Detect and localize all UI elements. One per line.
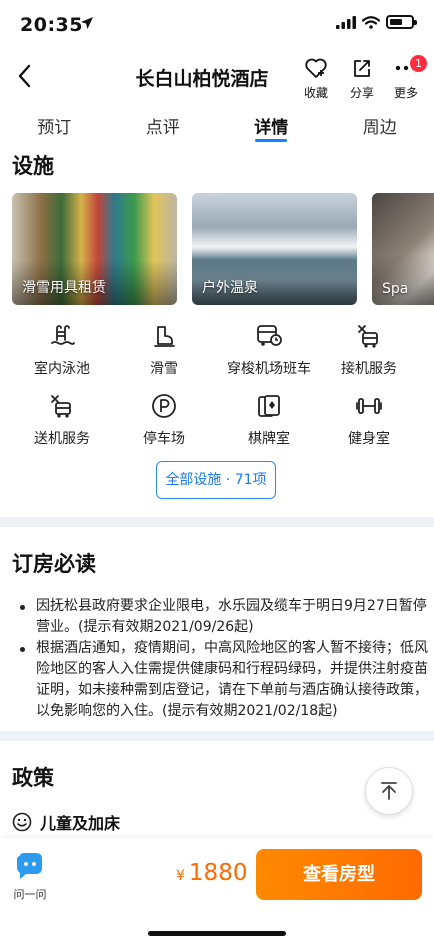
policy-child-bed: 儿童及加床 [12, 810, 120, 834]
facility-label: 滑雪 [150, 361, 178, 377]
facility-label: 接机服务 [341, 361, 397, 377]
facility-item-parking: 停车场 [104, 390, 224, 448]
booking-notice-list: 因抚松县政府要求企业限电，水乐园及缆车于明日9月27日暂停营业。(提示有效期20… [18, 596, 428, 722]
tab-nearby[interactable]: 周边 [326, 108, 434, 148]
view-rooms-button[interactable]: 查看房型 [256, 849, 422, 900]
facility-label: 健身室 [348, 431, 390, 447]
share-label: 分享 [349, 86, 374, 100]
ask-label: 问一问 [13, 888, 47, 901]
more-button[interactable]: 更多 1 [384, 55, 428, 101]
cards-icon [258, 395, 280, 417]
chat-bot-icon [17, 853, 42, 879]
booking-notice-title: 订房必读 [12, 552, 96, 576]
tab-booking[interactable]: 预订 [0, 108, 109, 148]
share-icon [354, 60, 370, 77]
facility-label: 停车场 [143, 431, 185, 447]
facilities-title: 设施 [12, 154, 54, 178]
ski-boot-icon [154, 326, 175, 347]
list-item: 因抚松县政府要求企业限电，水乐园及缆车于明日9月27日暂停营业。(提示有效期20… [18, 596, 428, 638]
child-bed-label: 儿童及加床 [40, 814, 121, 833]
facility-item-pickup: 接机服务 [309, 320, 429, 378]
photo-caption: Spa [382, 281, 409, 297]
policy-title: 政策 [12, 766, 54, 790]
facility-item-ski: 滑雪 [104, 320, 224, 378]
heart-plus-icon [305, 58, 327, 78]
tab-bar: 预订 点评 详情 周边 [0, 108, 434, 148]
home-indicator [148, 931, 286, 936]
tab-details[interactable]: 详情 [217, 108, 326, 148]
swimming-pool-icon [51, 325, 75, 345]
shuttle-bus-icon [257, 325, 282, 346]
price-amount: 1880 [188, 860, 248, 886]
more-label: 更多 [393, 86, 418, 100]
parking-icon [152, 394, 176, 418]
arrow-up-icon [381, 782, 397, 800]
battery-icon [386, 15, 417, 29]
status-indicators [336, 15, 417, 29]
notification-badge: 1 [410, 55, 427, 72]
facility-photo[interactable]: Spa [372, 193, 434, 305]
status-time: 20:35 [20, 14, 83, 36]
photo-caption: 滑雪用具租赁 [22, 280, 106, 296]
facility-item-gym: 健身室 [309, 390, 429, 448]
photo-caption: 户外温泉 [202, 280, 258, 296]
list-item: 根据酒店通知，疫情期间，中高风险地区的客人暂不接待；低风险地区的客人入住需提供健… [18, 638, 428, 722]
favorite-button[interactable]: 收藏 [294, 56, 338, 101]
section-divider [0, 517, 434, 527]
cellular-signal-icon [336, 15, 356, 29]
airport-pickup-icon [358, 325, 378, 348]
scroll-to-top-button[interactable] [365, 767, 413, 815]
share-button[interactable]: 分享 [340, 56, 384, 101]
ask-button[interactable]: 问一问 [10, 852, 50, 902]
header: 长白山柏悦酒店 收藏 分享 更多 1 [0, 50, 434, 105]
facility-photo-strip[interactable]: 滑雪用具租赁 户外温泉 Spa [12, 193, 434, 305]
section-divider [0, 731, 434, 741]
smiley-icon [12, 812, 32, 832]
all-facilities-button[interactable]: 全部设施 · 71项 [156, 461, 276, 499]
location-arrow-icon [81, 17, 93, 29]
bottom-bar: 问一问 ¥1880 查看房型 [0, 838, 434, 943]
tab-reviews[interactable]: 点评 [109, 108, 218, 148]
favorite-label: 收藏 [303, 86, 328, 100]
status-bar: 20:35 [0, 0, 434, 50]
dumbbell-icon [356, 398, 382, 414]
airport-dropoff-icon [51, 395, 71, 418]
facility-photo[interactable]: 滑雪用具租赁 [12, 193, 177, 305]
price-display: ¥1880 [176, 860, 247, 886]
wifi-icon [362, 15, 380, 29]
facility-photo[interactable]: 户外温泉 [192, 193, 357, 305]
price-currency: ¥ [176, 868, 185, 884]
